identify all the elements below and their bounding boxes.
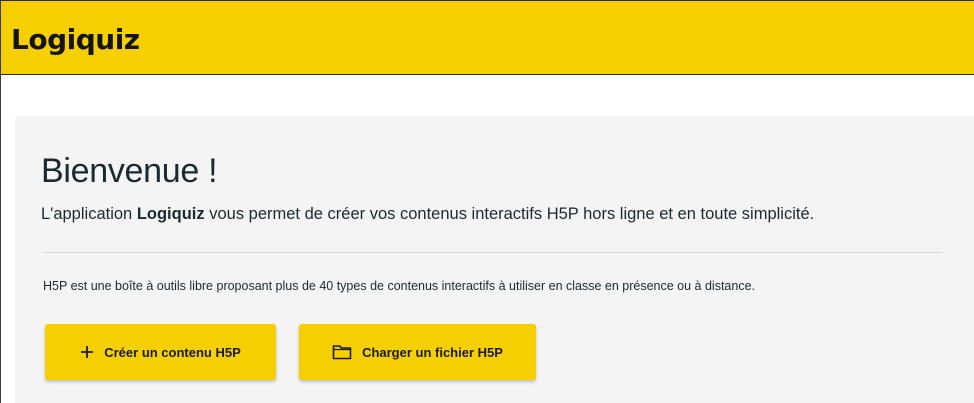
welcome-panel: Bienvenue ! L'application Logiquiz vous … [15, 116, 974, 403]
create-content-label: Créer un contenu H5P [104, 344, 241, 360]
load-file-button[interactable]: Charger un fichier H5P [299, 324, 536, 380]
load-file-label: Charger un fichier H5P [362, 344, 503, 360]
create-content-button[interactable]: Créer un contenu H5P [45, 324, 276, 380]
intro-text: L'application Logiquiz vous permet de cr… [41, 205, 961, 224]
top-bar: Logiquiz [1, 0, 974, 75]
plus-icon [80, 345, 94, 359]
description-text: H5P est une boîte à outils libre proposa… [43, 279, 756, 293]
app-window: Logiquiz Bienvenue ! L'application Logiq… [0, 0, 974, 403]
page-title: Bienvenue ! [41, 152, 218, 190]
divider [43, 252, 943, 253]
folder-icon [332, 344, 352, 360]
app-logo[interactable]: Logiquiz [11, 23, 140, 56]
intro-brand: Logiquiz [136, 205, 205, 223]
intro-suffix: vous permet de créer vos contenus intera… [204, 205, 815, 223]
intro-prefix: L'application [41, 205, 137, 223]
